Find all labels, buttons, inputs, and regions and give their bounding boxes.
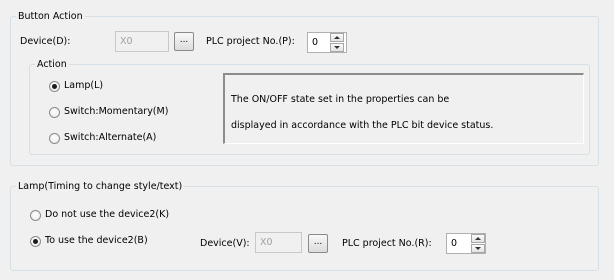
description-line-1: The ON/OFF state set in the properties c…	[231, 94, 450, 105]
spin-down-button[interactable]	[471, 244, 485, 253]
lamp-radio-label[interactable]: Lamp(L)	[64, 79, 103, 93]
momentary-radio[interactable]	[49, 107, 60, 118]
button-action-title: Button Action	[18, 11, 83, 22]
chevron-up-icon	[475, 237, 481, 240]
device-v-browse-button[interactable]: ...	[308, 234, 328, 253]
lamp-timing-group: Lamp(Timing to change style/text)	[10, 181, 599, 271]
device-label: Device(D):	[20, 36, 71, 47]
alternate-radio-label[interactable]: Switch:Alternate(A)	[64, 131, 156, 145]
spin-up-button[interactable]	[330, 33, 344, 42]
description-line-2: displayed in accordance with the PLC bit…	[231, 120, 494, 131]
spin-up-button[interactable]	[471, 234, 485, 243]
chevron-down-icon	[475, 247, 481, 250]
chevron-down-icon	[334, 46, 340, 49]
lamp-timing-title: Lamp(Timing to change style/text)	[18, 181, 183, 192]
plc-project-label: PLC project No.(P):	[206, 36, 295, 47]
alternate-radio[interactable]	[49, 133, 60, 144]
no-device2-radio[interactable]	[30, 210, 41, 221]
plc-project-r-spinner[interactable]	[471, 234, 485, 253]
device-input[interactable]: X0	[115, 31, 169, 52]
action-title: Action	[37, 59, 67, 70]
use-device2-radio[interactable]	[30, 236, 41, 247]
device-browse-button[interactable]: ...	[174, 32, 194, 51]
chevron-up-icon	[334, 36, 340, 39]
spin-down-button[interactable]	[330, 43, 344, 52]
no-device2-label[interactable]: Do not use the device2(K)	[45, 208, 169, 222]
plc-project-spinner[interactable]	[330, 33, 344, 52]
action-description-box: The ON/OFF state set in the properties c…	[223, 73, 584, 144]
momentary-radio-label[interactable]: Switch:Momentary(M)	[64, 105, 168, 119]
lamp-radio[interactable]	[49, 81, 60, 92]
use-device2-label[interactable]: To use the device2(B)	[45, 234, 148, 248]
device-v-input[interactable]: X0	[255, 232, 302, 253]
plc-project-r-label: PLC project No.(R):	[342, 238, 432, 249]
device-v-label: Device(V):	[200, 238, 250, 249]
